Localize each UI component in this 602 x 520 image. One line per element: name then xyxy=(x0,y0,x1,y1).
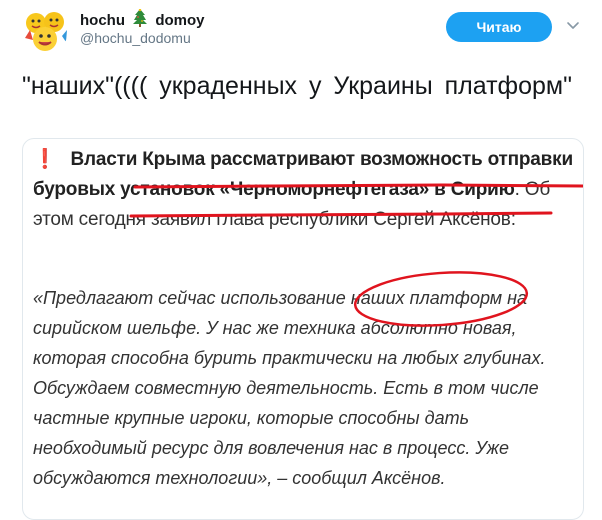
quoted-image-card[interactable]: ❗️ Власти Крыма рассматривают возможность… xyxy=(22,138,584,520)
display-name-part2: domoy xyxy=(155,12,205,29)
follow-button[interactable]: Читаю xyxy=(446,12,552,42)
christmas-tree-icon xyxy=(133,8,148,31)
user-handle[interactable]: @hochu_dodomu xyxy=(80,30,191,46)
avatar[interactable] xyxy=(22,8,68,54)
tweet-text: "наших"(((( украденных у Украины платфор… xyxy=(22,72,572,100)
tweet: hochu domoy @hochu_dodomu Читаю "наших"(… xyxy=(0,0,602,520)
chevron-down-icon[interactable] xyxy=(566,18,580,32)
news-headline: ❗️ Власти Крыма рассматривают возможность… xyxy=(33,145,573,235)
headline-bold: Власти Крыма рассматривают возможность о… xyxy=(33,149,573,200)
news-quote: «Предлагают сейчас использование наших п… xyxy=(33,288,546,488)
exclamation-icon: ❗️ xyxy=(33,149,57,170)
display-name-part1: hochu xyxy=(80,12,125,29)
display-name[interactable]: hochu domoy xyxy=(80,8,205,31)
